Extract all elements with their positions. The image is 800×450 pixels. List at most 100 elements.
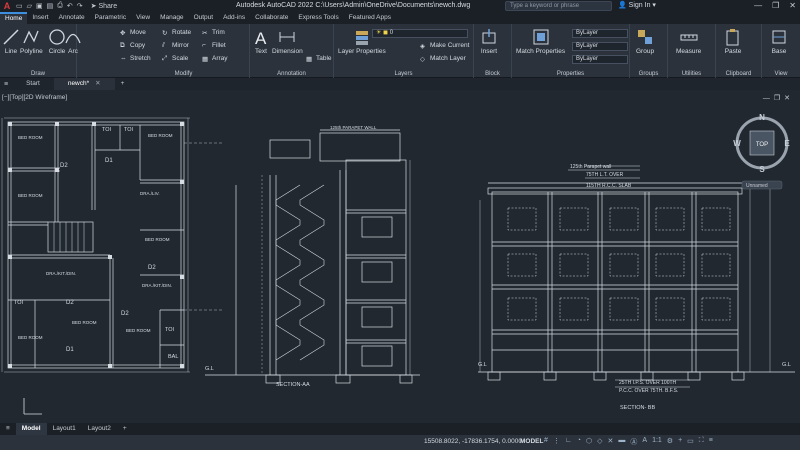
customize-menu-icon[interactable]: ≡ [709, 437, 713, 447]
trim-button[interactable]: ✂ Trim [202, 29, 225, 37]
match-layer-button[interactable]: ◇ Match Layer [420, 55, 466, 63]
file-tab-newch[interactable]: newch* ✕ [53, 78, 115, 90]
layout-tab-layout2[interactable]: Layout2 [82, 423, 117, 435]
text-button[interactable]: A Text [252, 28, 270, 55]
stretch-button[interactable]: ⇔ Stretch [120, 55, 151, 62]
viewcube-west[interactable]: W [733, 139, 741, 148]
add-layout-button[interactable]: + [117, 423, 133, 435]
panel-label-groups[interactable]: Groups [630, 71, 667, 77]
snap-icon[interactable]: ⋮ [553, 437, 560, 447]
settings-gear-icon[interactable]: ⚙ [667, 437, 673, 447]
color-dropdown[interactable]: ByLayer [572, 29, 628, 38]
annotation-scale-icon[interactable]: A [642, 437, 647, 447]
measure-button[interactable]: Measure [676, 28, 701, 55]
tab-annotate[interactable]: Annotate [54, 12, 90, 24]
new-icon[interactable]: ▭ [16, 2, 23, 10]
viewcube-east[interactable]: E [784, 139, 790, 148]
share-button[interactable]: ➤ Share [91, 2, 118, 10]
viewcube[interactable]: TOP N S E W Unnamed [733, 113, 790, 190]
polar-icon[interactable]: ◔ [577, 437, 581, 447]
grid-icon[interactable]: # [544, 437, 548, 447]
table-button[interactable]: ▦ Table [306, 55, 332, 63]
file-tab-start[interactable]: Start [12, 78, 54, 90]
move-button[interactable]: ✥ Move [120, 29, 146, 37]
scale-button[interactable]: ⤢ Scale [162, 55, 188, 62]
clean-screen-icon[interactable]: ⛶ [699, 437, 704, 447]
viewcube-north[interactable]: N [759, 113, 765, 122]
paste-button[interactable]: Paste [724, 28, 742, 55]
save-icon[interactable]: ▣ [36, 2, 43, 10]
tab-parametric[interactable]: Parametric [90, 12, 131, 24]
scale-value[interactable]: 1:1 [652, 437, 662, 447]
panel-label-view[interactable]: View [762, 71, 800, 77]
rotate-button[interactable]: ↻ Rotate [162, 29, 191, 37]
panel-label-clipboard[interactable]: Clipboard [716, 71, 761, 77]
drawing-canvas[interactable]: BED ROOM BED ROOM BED ROOM BED ROOM BED … [0, 90, 800, 423]
panel-label-layers[interactable]: Layers [334, 71, 473, 77]
layout-tab-layout1[interactable]: Layout1 [47, 423, 82, 435]
object-snap-icon[interactable]: ◇ [597, 437, 602, 447]
panel-label-properties[interactable]: Properties [512, 71, 629, 77]
polyline-button[interactable]: Polyline [20, 28, 43, 55]
annotation-monitor-icon[interactable]: + [678, 437, 682, 447]
lineweight-icon[interactable]: ▬ [618, 437, 625, 447]
open-icon[interactable]: ▱ [27, 2, 32, 10]
tab-collaborate[interactable]: Collaborate [250, 12, 293, 24]
model-space-toggle[interactable]: MODEL [520, 438, 543, 445]
mirror-button[interactable]: ⫽ Mirror [162, 42, 189, 49]
tab-featured-apps[interactable]: Featured Apps [344, 12, 396, 24]
new-tab-button[interactable]: + [115, 78, 131, 90]
signin-button[interactable]: 👤 Sign In ▾ [618, 0, 656, 12]
copy-button[interactable]: ⧉ Copy [120, 42, 145, 49]
coordinate-readout[interactable]: 15508.8022, -17836.1754, 0.0000 [424, 438, 522, 445]
plot-icon[interactable]: ⎙ [57, 2, 63, 10]
isodraft-icon[interactable]: ⬡ [586, 437, 592, 447]
search-input[interactable]: Type a keyword or phrase [505, 1, 612, 11]
make-current-button[interactable]: ◈ Make Current [420, 42, 469, 50]
osnap-tracking-icon[interactable]: ✕ [608, 437, 614, 447]
tab-output[interactable]: Output [189, 12, 219, 24]
base-button[interactable]: Base [770, 28, 788, 55]
viewport-controls-label[interactable]: [−][Top][2D Wireframe] [2, 94, 67, 101]
app-menu-icon[interactable]: ≡ [0, 81, 12, 88]
layer-dropdown[interactable]: ☀ ◼ 0 [372, 29, 468, 38]
saveas-icon[interactable]: ▤ [47, 2, 54, 10]
viewcube-south[interactable]: S [759, 165, 765, 174]
array-button[interactable]: ▦ Array [202, 55, 228, 63]
autocad-logo[interactable]: A [0, 0, 14, 12]
panel-label-block[interactable]: Block [474, 71, 511, 77]
panel-label-annotation[interactable]: Annotation [250, 71, 333, 77]
viewport-close-icon[interactable]: ✕ [784, 95, 794, 102]
close-icon[interactable]: ✕ [789, 0, 796, 12]
tab-home[interactable]: Home [0, 12, 28, 24]
viewport-restore-icon[interactable]: ❐ [774, 95, 784, 102]
minimize-icon[interactable]: — [754, 0, 762, 12]
annotation-visibility-icon[interactable]: Ⓐ [630, 437, 637, 447]
redo-icon[interactable]: ↷ [77, 2, 83, 10]
tab-view[interactable]: View [131, 12, 155, 24]
lineweight-dropdown[interactable]: ByLayer [572, 55, 628, 64]
panel-label-draw[interactable]: Draw [0, 71, 76, 77]
dimension-button[interactable]: Dimension [272, 28, 303, 55]
undo-icon[interactable]: ↶ [67, 2, 73, 10]
insert-button[interactable]: Insert [480, 28, 498, 55]
tab-manage[interactable]: Manage [155, 12, 189, 24]
panel-label-modify[interactable]: Modify [118, 71, 249, 77]
arc-button[interactable]: Arc [64, 28, 82, 55]
group-button[interactable]: Group [636, 28, 654, 55]
tab-insert[interactable]: Insert [27, 12, 53, 24]
fillet-button[interactable]: ⌐ Fillet [202, 42, 226, 49]
match-properties-button[interactable]: Match Properties [516, 28, 565, 55]
close-tab-icon[interactable]: ✕ [95, 80, 100, 87]
maximize-icon[interactable]: ❐ [772, 0, 779, 12]
units-icon[interactable]: ▭ [687, 437, 694, 447]
layout-tab-model[interactable]: Model [15, 423, 47, 435]
linetype-dropdown[interactable]: ByLayer [572, 42, 628, 51]
layout-tabs-menu-icon[interactable]: ≡ [0, 423, 16, 435]
ortho-icon[interactable]: ∟ [565, 437, 572, 447]
tab-express-tools[interactable]: Express Tools [293, 12, 343, 24]
line-button[interactable]: Line [2, 28, 20, 55]
tab-addins[interactable]: Add-ins [218, 12, 250, 24]
viewport-minimize-icon[interactable]: — [763, 95, 774, 102]
panel-label-utilities[interactable]: Utilities [668, 71, 715, 77]
